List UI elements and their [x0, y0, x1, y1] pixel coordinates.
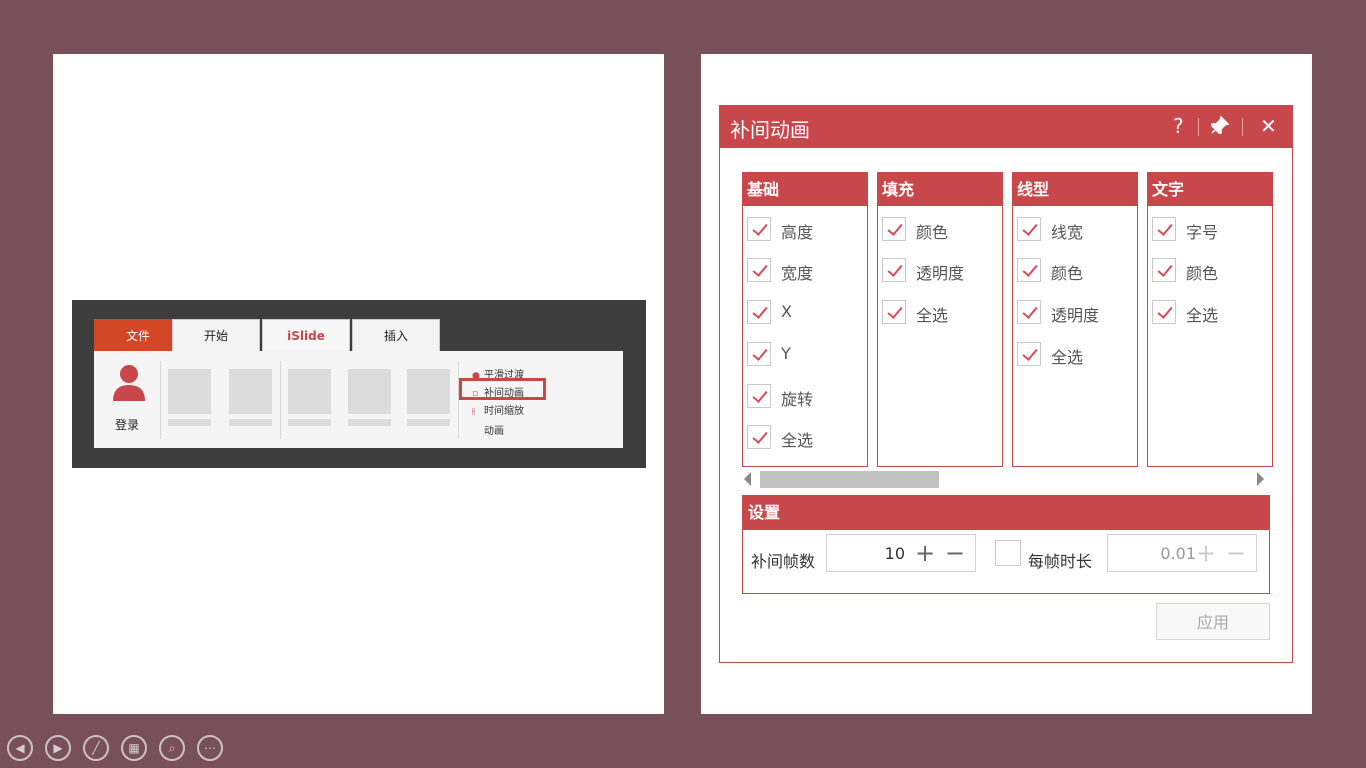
placeholder-button[interactable]	[168, 369, 211, 414]
ribbon-screenshot: 文件 开始 iSlide 插入 登录 ● 平滑过渡 ▫ 补间动画 ⫲ 时间缩放 …	[72, 300, 646, 468]
duration-checkbox[interactable]	[995, 540, 1021, 566]
login-label: 登录	[114, 418, 139, 432]
close-icon[interactable]: ✕	[1260, 114, 1277, 138]
panel-fill: 填充 颜色 透明度 全选	[877, 172, 1003, 467]
user-icon	[113, 365, 145, 401]
dialog-title: 补间动画	[730, 118, 810, 142]
duration-stepper[interactable]: 0.01 + −	[1107, 534, 1257, 572]
checkbox[interactable]	[747, 300, 771, 324]
panel-head: 线型	[1013, 173, 1137, 206]
tab-islide[interactable]: iSlide	[262, 319, 350, 351]
checkbox-label: 颜色	[1051, 264, 1084, 283]
frames-stepper[interactable]: 10 + −	[826, 534, 976, 572]
checkbox-label: X	[781, 302, 792, 321]
checkbox[interactable]	[882, 217, 906, 241]
scroll-right-arrow-icon[interactable]	[1257, 472, 1264, 486]
minus-icon[interactable]: −	[1226, 539, 1246, 567]
panel-text: 文字 字号 颜色 全选	[1147, 172, 1273, 467]
checkbox[interactable]	[1152, 258, 1176, 282]
checkbox-label: 全选	[916, 306, 949, 325]
panel-line: 线型 线宽 颜色 透明度 全选	[1012, 172, 1138, 467]
duration-label: 每帧时长	[1028, 552, 1093, 571]
pin-icon[interactable]	[1208, 115, 1230, 142]
panel-basic: 基础 高度 宽度 X Y 旋转 全选	[742, 172, 868, 467]
plus-icon[interactable]: +	[1196, 539, 1216, 567]
placeholder-label	[348, 419, 391, 426]
divider	[458, 361, 459, 439]
next-icon[interactable]: ▶	[45, 735, 71, 761]
checkbox[interactable]	[747, 342, 771, 366]
checkbox-label: 字号	[1186, 223, 1219, 242]
tween-dialog: 补间动画 ? ✕ 基础 高度 宽度 X Y 旋转 全选 填充 颜色 透明度 全选	[719, 105, 1293, 663]
checkbox[interactable]	[882, 300, 906, 324]
time-zoom-item[interactable]: ⫲ 时间缩放	[472, 402, 524, 417]
checkbox-label: 透明度	[1051, 306, 1100, 325]
plus-icon[interactable]: +	[915, 539, 935, 567]
tab-home[interactable]: 开始	[172, 319, 260, 351]
checkbox[interactable]	[1017, 258, 1041, 282]
zoom-icon[interactable]: ⌕	[159, 735, 185, 761]
panel-head: 填充	[878, 173, 1002, 206]
checkbox-label: 全选	[1051, 348, 1084, 367]
slide-right: 补间动画 ? ✕ 基础 高度 宽度 X Y 旋转 全选 填充 颜色 透明度 全选	[701, 54, 1312, 714]
checkbox[interactable]	[882, 258, 906, 282]
tab-file[interactable]: 文件	[94, 319, 182, 351]
panel-head: 基础	[743, 173, 867, 206]
checkbox-label: 颜色	[1186, 264, 1219, 283]
ribbon-body: 登录 ● 平滑过渡 ▫ 补间动画 ⫲ 时间缩放 动画	[94, 351, 623, 448]
time-zoom-icon: ⫲	[472, 407, 475, 417]
checkbox[interactable]	[1152, 300, 1176, 324]
divider	[280, 361, 281, 439]
login-button[interactable]: 登录	[94, 351, 160, 448]
placeholder-label	[407, 419, 450, 426]
checkbox[interactable]	[747, 425, 771, 449]
tab-insert[interactable]: 插入	[352, 319, 440, 351]
checkbox-label: Y	[781, 344, 791, 363]
checkbox-label: 透明度	[916, 264, 965, 283]
frames-value[interactable]: 10	[827, 544, 905, 563]
help-icon[interactable]: ?	[1173, 114, 1184, 138]
frames-label: 补间帧数	[751, 552, 816, 571]
pen-icon[interactable]: ╱	[83, 735, 109, 761]
scrollbar-thumb[interactable]	[760, 471, 939, 488]
placeholder-button[interactable]	[288, 369, 331, 414]
checkbox-label: 高度	[781, 223, 814, 242]
divider	[1242, 118, 1243, 136]
prev-icon[interactable]: ◀	[7, 735, 33, 761]
settings-head: 设置	[743, 496, 1269, 530]
apply-button[interactable]: 应用	[1156, 603, 1270, 640]
tween-highlight-box	[459, 378, 546, 400]
more-icon[interactable]: ⋯	[197, 735, 223, 761]
divider	[160, 361, 161, 439]
checkbox[interactable]	[1017, 342, 1041, 366]
placeholder-button[interactable]	[229, 369, 272, 414]
checkbox[interactable]	[747, 217, 771, 241]
animation-group-label: 动画	[484, 426, 504, 437]
checkbox[interactable]	[747, 384, 771, 408]
divider	[1198, 118, 1199, 136]
placeholder-label	[168, 419, 211, 426]
checkbox-label: 宽度	[781, 264, 814, 283]
checkbox-label: 颜色	[916, 223, 949, 242]
settings-panel: 设置 补间帧数 10 + − 每帧时长 0.01 + −	[742, 495, 1270, 594]
checkbox-label: 线宽	[1051, 223, 1084, 242]
panel-head: 文字	[1148, 173, 1272, 206]
checkbox-label: 全选	[1186, 306, 1219, 325]
placeholder-label	[229, 419, 272, 426]
slide-left: 文件 开始 iSlide 插入 登录 ● 平滑过渡 ▫ 补间动画 ⫲ 时间缩放 …	[53, 54, 664, 714]
dialog-titlebar: 补间动画 ? ✕	[720, 106, 1292, 148]
checkbox[interactable]	[747, 258, 771, 282]
placeholder-label	[288, 419, 331, 426]
scroll-left-arrow-icon[interactable]	[744, 472, 751, 486]
duration-value[interactable]: 0.01	[1108, 544, 1196, 563]
minus-icon[interactable]: −	[945, 539, 965, 567]
checkbox[interactable]	[1152, 217, 1176, 241]
slides-icon[interactable]: ▦	[121, 735, 147, 761]
checkbox-label: 旋转	[781, 390, 814, 409]
placeholder-button[interactable]	[348, 369, 391, 414]
placeholder-button[interactable]	[407, 369, 450, 414]
checkbox-label: 全选	[781, 431, 814, 450]
checkbox[interactable]	[1017, 300, 1041, 324]
checkbox[interactable]	[1017, 217, 1041, 241]
